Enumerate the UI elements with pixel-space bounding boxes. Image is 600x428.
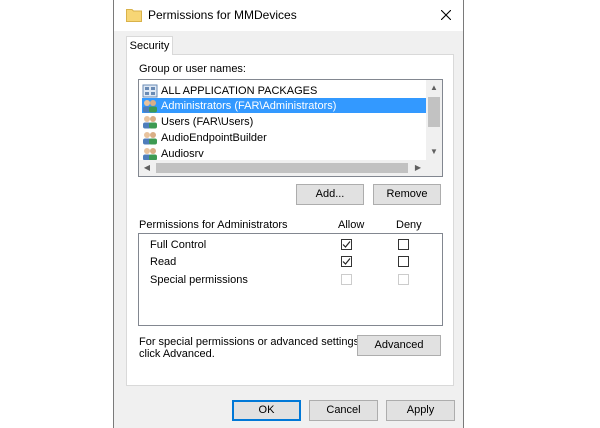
advanced-hint-line2: click Advanced.	[139, 348, 215, 360]
vertical-scroll-thumb[interactable]	[428, 97, 440, 127]
list-item-label: ALL APPLICATION PACKAGES	[161, 84, 318, 97]
list-item[interactable]: Users (FAR\Users)	[142, 114, 426, 129]
close-button[interactable]	[429, 0, 463, 30]
horizontal-scroll-thumb[interactable]	[156, 163, 408, 173]
users-group-icon	[143, 131, 157, 144]
title-bar[interactable]: Permissions for MMDevices	[114, 0, 463, 31]
list-item-label: Users (FAR\Users)	[161, 115, 254, 128]
users-group-icon	[143, 147, 157, 160]
group-user-list[interactable]: ALL APPLICATION PACKAGES Administrators …	[138, 79, 443, 177]
permission-label-full-control: Full Control	[150, 239, 207, 251]
window-title: Permissions for MMDevices	[148, 8, 297, 22]
allow-header: Allow	[338, 219, 365, 231]
horizontal-scrollbar[interactable]: ◀ ▶	[139, 160, 426, 176]
scroll-right-icon[interactable]: ▶	[410, 160, 426, 176]
deny-full-control-checkbox[interactable]	[398, 239, 409, 250]
advanced-button[interactable]: Advanced	[357, 335, 441, 356]
allow-read-checkbox[interactable]	[341, 256, 352, 267]
add-button[interactable]: Add...	[296, 184, 364, 205]
users-group-icon	[143, 99, 157, 112]
advanced-hint-line1: For special permissions or advanced sett…	[139, 336, 363, 348]
permission-label-special: Special permissions	[150, 274, 248, 286]
remove-button[interactable]: Remove	[373, 184, 441, 205]
checkmark-icon	[342, 258, 351, 265]
cancel-button[interactable]: Cancel	[309, 400, 378, 421]
allow-special-checkbox	[341, 274, 352, 285]
scroll-left-icon[interactable]: ◀	[139, 160, 155, 176]
permission-label-read: Read	[150, 256, 177, 268]
deny-read-checkbox[interactable]	[398, 256, 409, 267]
vertical-scrollbar[interactable]: ▲ ▼	[426, 80, 442, 160]
list-item[interactable]: AudioEndpointBuilder	[142, 130, 426, 145]
list-item[interactable]: ALL APPLICATION PACKAGES	[142, 83, 426, 98]
deny-header: Deny	[396, 219, 422, 231]
list-item-label: Audiosrv	[161, 147, 204, 160]
deny-special-checkbox	[398, 274, 409, 285]
list-item[interactable]: Audiosrv	[142, 146, 426, 161]
permissions-header: Permissions for Administrators	[139, 219, 288, 231]
scrollbar-corner	[426, 160, 442, 176]
list-item-label: Administrators (FAR\Administrators)	[161, 99, 337, 112]
scroll-down-icon[interactable]: ▼	[426, 144, 442, 160]
apply-button[interactable]: Apply	[386, 400, 455, 421]
tab-security[interactable]: Security	[126, 36, 173, 55]
list-item-label: AudioEndpointBuilder	[161, 131, 267, 144]
users-group-icon	[143, 115, 157, 128]
close-icon	[441, 10, 451, 20]
group-names-label: Group or user names:	[139, 63, 246, 75]
ok-button[interactable]: OK	[232, 400, 301, 421]
allow-full-control-checkbox[interactable]	[341, 239, 352, 250]
list-item[interactable]: Administrators (FAR\Administrators)	[142, 98, 426, 113]
scroll-up-icon[interactable]: ▲	[426, 80, 442, 96]
packages-icon	[142, 84, 158, 97]
checkmark-icon	[342, 241, 351, 248]
folder-icon	[126, 9, 142, 22]
